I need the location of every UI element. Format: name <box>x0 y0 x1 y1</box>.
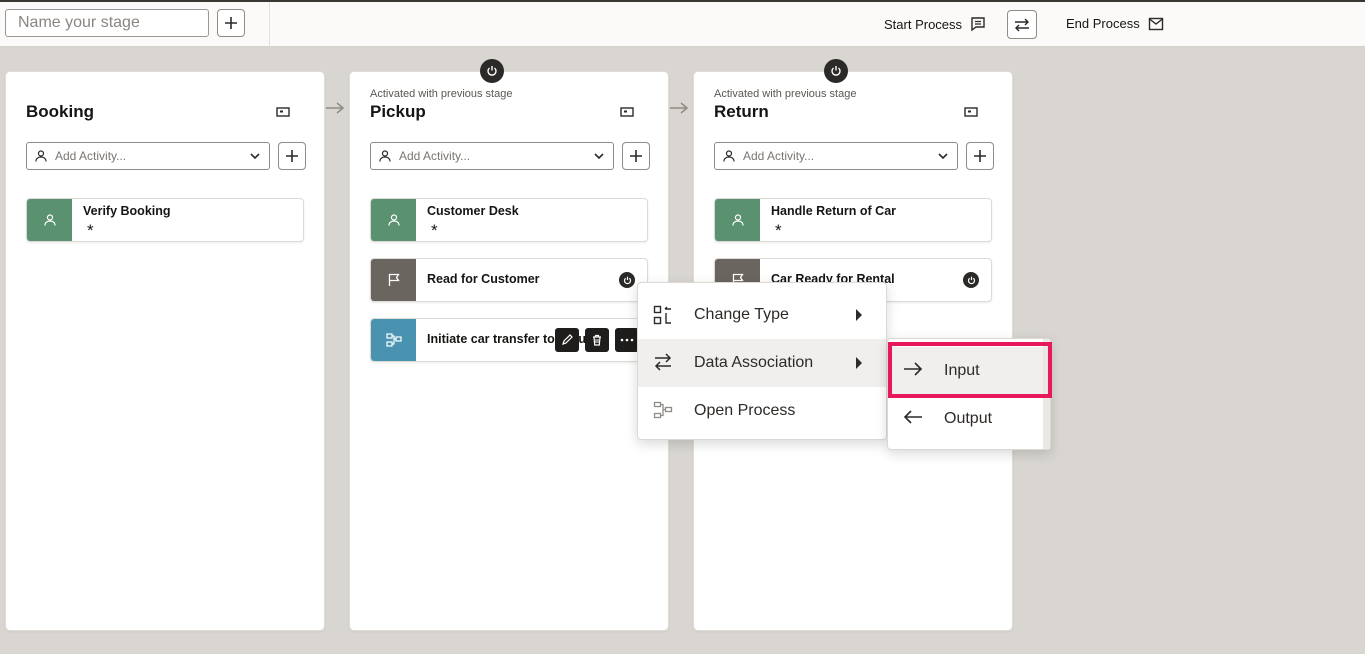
swap-button[interactable] <box>1007 10 1037 39</box>
add-activity-placeholder: Add Activity... <box>743 149 815 163</box>
activity-card-customer-desk[interactable]: Customer Desk * <box>370 198 648 242</box>
menu-item-data-association[interactable]: Data Association <box>638 339 886 387</box>
add-stage-button[interactable] <box>217 9 245 37</box>
add-activity-placeholder: Add Activity... <box>399 149 471 163</box>
add-activity-button[interactable] <box>622 142 650 170</box>
activity-name: Read for Customer <box>427 272 540 286</box>
stage-title: Booking <box>26 102 94 121</box>
person-icon <box>387 214 400 226</box>
person-icon <box>43 214 56 226</box>
stage-tag-icon[interactable] <box>620 107 634 117</box>
caret-right-icon <box>856 357 862 369</box>
power-glyph-icon <box>967 276 975 284</box>
menu-item-label: Output <box>944 410 993 427</box>
message-icon <box>971 17 985 32</box>
add-activity-select[interactable]: Add Activity... <box>26 142 270 170</box>
milestone-swatch <box>371 259 416 301</box>
menu-item-output[interactable]: Output <box>888 395 1044 443</box>
process-swatch <box>371 319 416 361</box>
activity-context-menu: Change Type Data Association Open Proces… <box>637 282 887 440</box>
menu-item-label: Open Process <box>694 402 796 419</box>
process-icon <box>385 333 402 347</box>
end-process-button[interactable]: End Process <box>1066 16 1164 31</box>
stage-connector-arrow <box>670 102 689 114</box>
stage-card-pickup: Activated with previous stage Pickup Add… <box>349 59 669 631</box>
menu-item-label: Data Association <box>694 354 814 371</box>
envelope-icon <box>1148 17 1163 30</box>
power-glyph-icon <box>623 276 631 284</box>
stage-subtitle: Activated with previous stage <box>370 88 513 100</box>
stage-subtitle: Activated with previous stage <box>714 88 857 100</box>
human-task-swatch <box>27 199 72 241</box>
activity-name: Verify Booking <box>83 204 171 218</box>
more-options-button[interactable] <box>615 328 639 352</box>
power-glyph-icon <box>487 66 497 76</box>
activity-card-verify-booking[interactable]: Verify Booking * <box>26 198 304 242</box>
required-mark: * <box>87 221 94 240</box>
top-toolbar: Start Process End Process <box>0 0 1365 47</box>
stage-title: Pickup <box>370 102 426 121</box>
trash-icon <box>593 334 601 346</box>
activity-toolbar <box>555 328 639 352</box>
activity-name: Customer Desk <box>427 204 519 218</box>
edit-button[interactable] <box>555 328 579 352</box>
required-mark: * <box>431 221 438 240</box>
swap-icon <box>654 353 672 371</box>
chevron-down-icon <box>938 153 948 160</box>
end-process-label: End Process <box>1066 16 1140 31</box>
add-activity-select[interactable]: Add Activity... <box>714 142 958 170</box>
start-process-button[interactable]: Start Process <box>884 16 986 32</box>
power-icon[interactable] <box>963 272 979 288</box>
pencil-icon <box>562 334 573 345</box>
swap-icon <box>1015 18 1029 31</box>
add-activity-select[interactable]: Add Activity... <box>370 142 614 170</box>
plus-icon <box>286 150 298 162</box>
stage-connector-arrow <box>326 102 345 114</box>
menu-item-label: Change Type <box>694 306 789 323</box>
activity-card-read-for-customer[interactable]: Read for Customer <box>370 258 648 302</box>
human-task-swatch <box>371 199 416 241</box>
add-activity-button[interactable] <box>278 142 306 170</box>
human-task-swatch <box>715 199 760 241</box>
stage-card-booking: Booking Add Activity... Verify Booking * <box>5 71 325 631</box>
add-activity-button[interactable] <box>966 142 994 170</box>
flag-icon <box>388 273 400 286</box>
stage-name-area <box>0 2 270 47</box>
stage-tag-icon[interactable] <box>964 107 978 117</box>
activity-name: Handle Return of Car <box>771 204 897 218</box>
stage-tag-icon[interactable] <box>276 107 290 117</box>
menu-item-change-type[interactable]: Change Type <box>638 291 886 339</box>
plus-icon <box>630 150 642 162</box>
delete-button[interactable] <box>585 328 609 352</box>
arrow-left-icon <box>903 410 922 424</box>
plus-icon <box>225 17 237 29</box>
plus-icon <box>974 150 986 162</box>
person-icon <box>723 150 735 162</box>
power-icon[interactable] <box>480 59 504 83</box>
start-process-label: Start Process <box>884 16 963 32</box>
process-icon <box>653 401 673 419</box>
ellipsis-icon <box>620 338 634 342</box>
required-mark: * <box>775 221 782 240</box>
person-icon <box>35 150 47 162</box>
add-activity-placeholder: Add Activity... <box>55 149 127 163</box>
menu-item-open-process[interactable]: Open Process <box>638 387 886 435</box>
power-glyph-icon <box>831 66 841 76</box>
chevron-down-icon <box>250 153 260 160</box>
highlight-box <box>888 342 1052 398</box>
person-icon <box>379 150 391 162</box>
change-type-icon <box>653 305 671 325</box>
person-icon <box>731 214 744 226</box>
activity-card-handle-return[interactable]: Handle Return of Car * <box>714 198 992 242</box>
power-icon[interactable] <box>824 59 848 83</box>
stage-name-input[interactable] <box>5 9 209 37</box>
stage-title: Return <box>714 102 769 121</box>
power-icon[interactable] <box>619 272 635 288</box>
caret-right-icon <box>856 309 862 321</box>
chevron-down-icon <box>594 153 604 160</box>
